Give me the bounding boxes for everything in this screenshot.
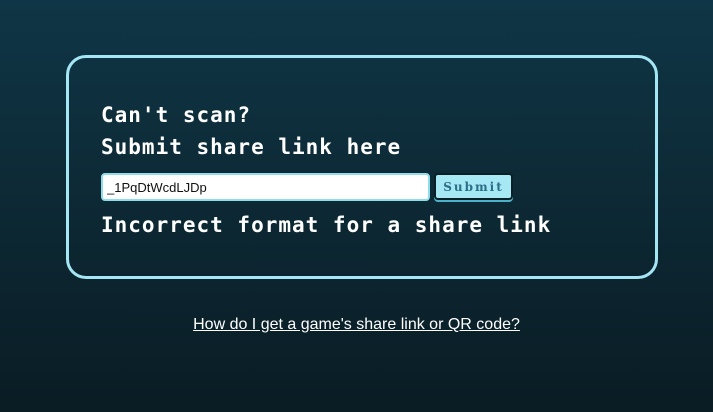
cant-scan-heading: Can't scan? — [101, 103, 252, 127]
share-link-help-link[interactable]: How do I get a game's share link or QR c… — [0, 316, 713, 334]
error-message: Incorrect format for a share link — [101, 213, 552, 237]
share-link-panel: Can't scan? Submit share link here Submi… — [66, 55, 658, 279]
submit-button[interactable]: Submit — [434, 173, 513, 200]
share-link-input[interactable] — [101, 173, 430, 201]
submit-share-link-heading: Submit share link here — [101, 135, 402, 159]
